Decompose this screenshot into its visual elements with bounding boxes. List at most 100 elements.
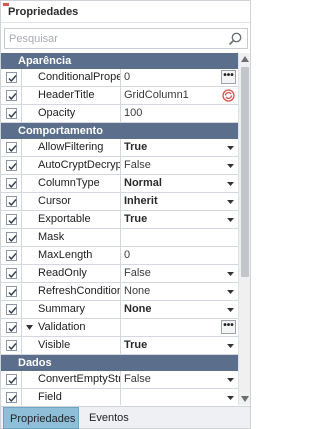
property-value[interactable]: 0	[120, 247, 238, 264]
property-row-allow-filtering[interactable]: AllowFiltering True	[1, 139, 238, 157]
property-row-cursor[interactable]: Cursor Inherit	[1, 193, 238, 211]
property-checkbox[interactable]	[6, 232, 17, 243]
property-name: ConditionalProperti	[21, 69, 120, 86]
check-icon	[8, 343, 17, 351]
property-name: Mask	[21, 229, 120, 246]
property-row-mask[interactable]: Mask	[1, 229, 238, 247]
dropdown-arrow-icon[interactable]	[227, 164, 234, 168]
dropdown-arrow-icon[interactable]	[227, 344, 234, 348]
property-row-validation[interactable]: Validation •••	[1, 319, 238, 337]
property-value[interactable]: 100	[120, 105, 238, 122]
property-row-field[interactable]: Field	[1, 389, 238, 405]
property-value[interactable]: False	[120, 157, 238, 174]
property-checkbox[interactable]	[6, 196, 17, 207]
search-input[interactable]	[9, 31, 219, 46]
property-value[interactable]	[120, 229, 238, 246]
property-row-header-title[interactable]: HeaderTitle GridColumn1	[1, 87, 238, 105]
property-checkbox[interactable]	[6, 286, 17, 297]
scroll-down-icon[interactable]	[241, 396, 249, 402]
property-checkbox[interactable]	[6, 340, 17, 351]
property-checkbox[interactable]	[6, 250, 17, 261]
search-box[interactable]	[4, 28, 248, 49]
check-icon	[8, 377, 17, 385]
check-icon	[8, 395, 17, 403]
ellipsis-button[interactable]: •••	[221, 70, 236, 84]
property-value[interactable]: True	[120, 337, 238, 354]
property-checkbox[interactable]	[6, 108, 17, 119]
dropdown-arrow-icon[interactable]	[227, 378, 234, 382]
property-row-visible[interactable]: Visible True	[1, 337, 238, 355]
property-checkbox[interactable]	[6, 304, 17, 315]
check-icon	[8, 111, 17, 119]
property-name: Cursor	[21, 193, 120, 210]
property-value[interactable]: True	[120, 139, 238, 156]
property-value[interactable]: None	[120, 283, 238, 300]
property-value[interactable]	[120, 389, 238, 405]
panel-tabs: Propriedades Eventos	[1, 406, 250, 429]
property-row-conditional-properties[interactable]: ConditionalProperti 0 •••	[1, 69, 238, 87]
check-icon	[8, 181, 17, 189]
property-name: ConvertEmptyString	[21, 371, 120, 388]
scroll-up-icon[interactable]	[241, 56, 249, 62]
dropdown-arrow-icon[interactable]	[227, 182, 234, 186]
dropdown-arrow-icon[interactable]	[227, 272, 234, 276]
property-checkbox[interactable]	[6, 322, 17, 333]
property-checkbox[interactable]	[6, 160, 17, 171]
expand-arrow-icon[interactable]	[26, 325, 33, 330]
property-checkbox[interactable]	[6, 90, 17, 101]
dropdown-arrow-icon[interactable]	[227, 308, 234, 312]
check-icon	[8, 93, 17, 101]
tab-properties[interactable]: Propriedades	[3, 407, 79, 429]
property-row-summary[interactable]: Summary None	[1, 301, 238, 319]
ellipsis-button[interactable]: •••	[221, 320, 236, 334]
property-checkbox[interactable]	[6, 72, 17, 83]
property-checkbox[interactable]	[6, 178, 17, 189]
property-row-auto-crypt-decrypt[interactable]: AutoCryptDecrypt False	[1, 157, 238, 175]
property-row-column-type[interactable]: ColumnType Normal	[1, 175, 238, 193]
property-value[interactable]: False	[120, 265, 238, 282]
property-value[interactable]: GridColumn1	[120, 87, 238, 104]
property-row-exportable[interactable]: Exportable True	[1, 211, 238, 229]
property-row-convert-empty-string[interactable]: ConvertEmptyString False	[1, 371, 238, 389]
property-name: Validation	[21, 319, 120, 336]
property-row-opacity[interactable]: Opacity 100	[1, 105, 238, 123]
category-appearance[interactable]: Aparência	[1, 53, 238, 69]
category-data[interactable]: Dados	[1, 355, 238, 371]
check-icon	[8, 163, 17, 171]
property-checkbox[interactable]	[6, 268, 17, 279]
property-value[interactable]: None	[120, 301, 238, 318]
dropdown-arrow-icon[interactable]	[227, 200, 234, 204]
check-icon	[8, 271, 17, 279]
property-value[interactable]: True	[120, 211, 238, 228]
property-checkbox[interactable]	[6, 374, 17, 385]
check-icon	[8, 199, 17, 207]
search-icon[interactable]	[227, 31, 243, 47]
tab-events[interactable]: Eventos	[83, 407, 143, 429]
property-value[interactable]: False	[120, 371, 238, 388]
vertical-scrollbar[interactable]	[238, 53, 250, 405]
check-icon	[8, 75, 17, 83]
dropdown-arrow-icon[interactable]	[227, 218, 234, 222]
dropdown-arrow-icon[interactable]	[227, 146, 234, 150]
property-row-max-length[interactable]: MaxLength 0	[1, 247, 238, 265]
check-icon	[8, 217, 17, 225]
dropdown-arrow-icon[interactable]	[227, 290, 234, 294]
localize-icon[interactable]	[222, 89, 235, 102]
property-value[interactable]: Inherit	[120, 193, 238, 210]
check-icon	[8, 253, 17, 261]
property-value[interactable]: Normal	[120, 175, 238, 192]
property-row-read-only[interactable]: ReadOnly False	[1, 265, 238, 283]
property-row-refresh-conditional[interactable]: RefreshConditionalF None	[1, 283, 238, 301]
property-checkbox[interactable]	[6, 214, 17, 225]
category-behavior[interactable]: Comportamento	[1, 123, 238, 139]
property-checkbox[interactable]	[6, 142, 17, 153]
property-grid: Aparência ConditionalProperti 0 ••• Head…	[1, 53, 238, 405]
dropdown-arrow-icon[interactable]	[227, 396, 234, 400]
property-checkbox[interactable]	[6, 392, 17, 403]
property-name: Summary	[21, 301, 120, 318]
panel-titlebar: Propriedades	[1, 1, 250, 23]
check-icon	[8, 145, 17, 153]
property-name: Visible	[21, 337, 120, 354]
scrollbar-thumb[interactable]	[241, 67, 249, 277]
check-icon	[8, 289, 17, 297]
